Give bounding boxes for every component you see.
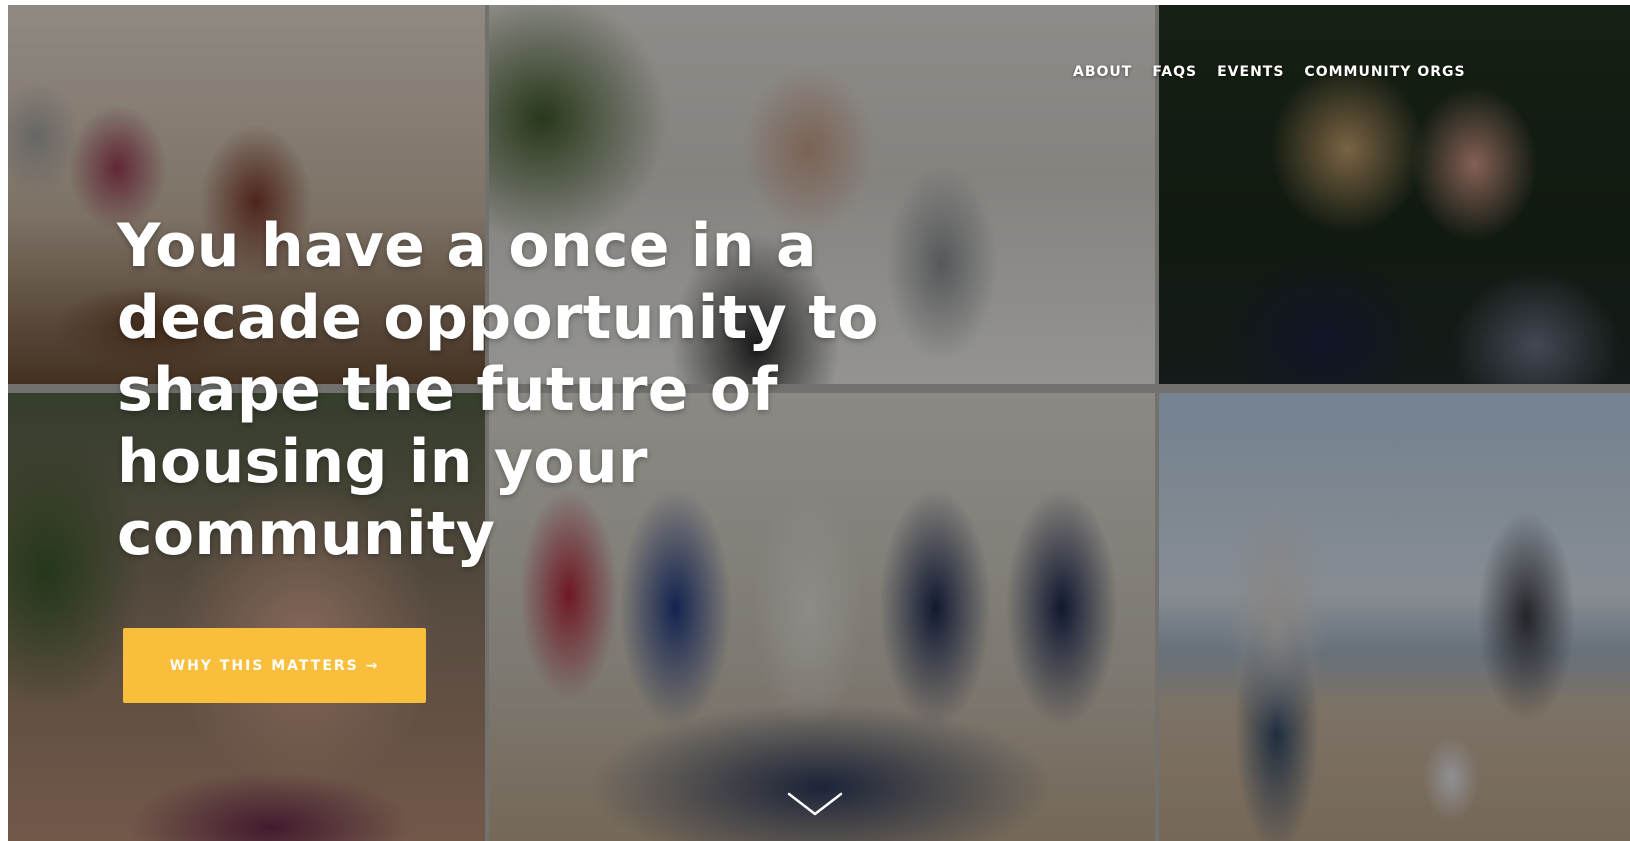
- why-this-matters-button[interactable]: WHY THIS MATTERS →: [123, 628, 426, 703]
- nav-link-faqs[interactable]: FAQS: [1152, 64, 1197, 80]
- hero-headline-line: community: [117, 499, 496, 569]
- nav-link-community-orgs[interactable]: COMMUNITY ORGS: [1304, 64, 1465, 80]
- main-nav: ABOUT FAQS EVENTS COMMUNITY ORGS: [1073, 64, 1466, 80]
- hero-headline-line: shape the future of: [117, 355, 778, 425]
- hero-headline-line: You have a once in a: [117, 211, 817, 281]
- hero-headline-line: housing in your: [117, 427, 648, 497]
- chevron-down-icon[interactable]: [785, 790, 845, 820]
- nav-link-about[interactable]: ABOUT: [1073, 64, 1132, 80]
- hero-headline-line: decade opportunity to: [117, 283, 879, 353]
- nav-link-events[interactable]: EVENTS: [1217, 64, 1284, 80]
- hero-headline: You have a once in a decade opportunity …: [117, 210, 947, 570]
